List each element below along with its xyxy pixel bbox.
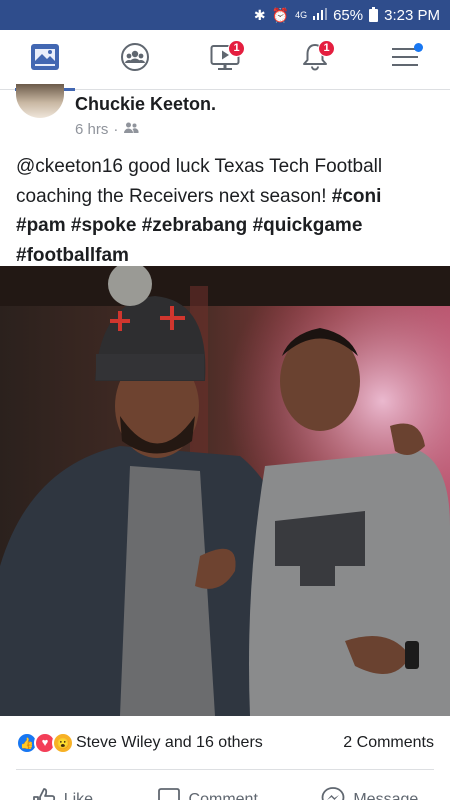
hashtag-link[interactable]: #footballfam <box>16 245 129 266</box>
message-label: Message <box>353 791 419 800</box>
comment-button[interactable]: Comment <box>157 776 258 800</box>
hashtag-link[interactable]: #spoke <box>71 215 136 236</box>
messenger-icon <box>321 786 345 800</box>
comment-label: Comment <box>188 791 258 800</box>
wow-reaction-icon: 😮 <box>52 732 74 754</box>
hashtag-link[interactable]: #quickgame <box>253 215 363 236</box>
message-button[interactable]: Message <box>321 776 418 800</box>
post-text: @ckeeton16 good luck Texas Tech Football… <box>16 152 436 270</box>
post-header: Chuckie Keeton. 6 hrs · <box>0 84 450 148</box>
groups-icon <box>120 42 150 77</box>
hashtag-link[interactable]: #coni <box>332 186 382 207</box>
nav-news-feed[interactable] <box>15 30 75 91</box>
reactions-row: 👍 ♥ 😮 Steve Wiley and 16 others 2 Commen… <box>0 726 450 760</box>
post-actions: Like Comment Message <box>0 776 450 800</box>
top-nav-bar: 1 1 <box>0 30 450 91</box>
clock-time: 3:23 PM <box>384 6 440 24</box>
post-photo[interactable] <box>0 266 450 716</box>
photo-illustration <box>0 266 450 716</box>
nav-watch[interactable]: 1 <box>195 30 255 90</box>
comments-count[interactable]: 2 Comments <box>343 734 434 752</box>
hashtag-link[interactable]: #pam <box>16 215 66 236</box>
battery-percent: 65% <box>333 6 364 24</box>
reaction-icons[interactable]: 👍 ♥ 😮 <box>16 732 74 754</box>
bluetooth-icon: ✱ <box>253 7 266 23</box>
post-author-name[interactable]: Chuckie Keeton. <box>75 94 216 115</box>
battery-icon <box>369 6 379 24</box>
watch-badge: 1 <box>228 39 245 57</box>
like-button[interactable]: Like <box>32 776 93 800</box>
post-text-body: @ckeeton16 good luck Texas Tech Football… <box>16 156 383 207</box>
post-meta: 6 hrs · <box>75 121 139 138</box>
nav-groups[interactable] <box>105 30 165 90</box>
status-bar: ✱ ⏰ 4G 65% 3:23 PM <box>0 0 450 30</box>
notifications-badge: 1 <box>318 39 335 57</box>
reactions-summary[interactable]: Steve Wiley and 16 others <box>76 734 263 752</box>
actions-divider <box>16 769 434 770</box>
network-type: 4G <box>295 10 308 20</box>
nav-menu[interactable] <box>375 30 435 90</box>
menu-notification-dot <box>414 42 423 52</box>
friends-audience-icon[interactable] <box>123 121 139 138</box>
author-avatar[interactable] <box>16 84 64 118</box>
news-feed-icon <box>30 43 60 76</box>
meta-separator: · <box>113 121 119 138</box>
alarm-icon: ⏰ <box>271 7 290 23</box>
post-timestamp[interactable]: 6 hrs <box>75 121 108 138</box>
thumbs-up-icon <box>32 787 56 800</box>
comment-bubble-icon <box>157 787 181 800</box>
hashtag-link[interactable]: #zebrabang <box>142 215 248 236</box>
signal-icon <box>313 8 328 22</box>
like-label: Like <box>63 791 94 800</box>
nav-notifications[interactable]: 1 <box>285 30 345 90</box>
